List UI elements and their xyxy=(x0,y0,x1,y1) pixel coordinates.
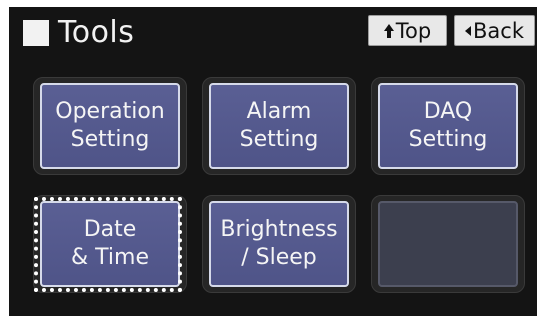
top-button[interactable]: Top xyxy=(368,15,447,46)
tile-frame-daq-setting: DAQ Setting xyxy=(371,77,525,175)
back-button-label: Back xyxy=(473,18,524,43)
tools-screen: Tools Top Back Operation Setting Alarm S… xyxy=(9,7,537,316)
tile-frame-empty xyxy=(371,195,525,293)
tile-label-line2: Setting xyxy=(239,127,319,152)
date-time-button[interactable]: Date & Time xyxy=(40,201,180,287)
left-triangle-icon xyxy=(465,26,471,36)
tile-frame-brightness-sleep: Brightness / Sleep xyxy=(202,195,356,293)
brightness-sleep-button[interactable]: Brightness / Sleep xyxy=(209,201,349,287)
up-arrow-icon xyxy=(383,24,394,38)
tile-label-line2: Setting xyxy=(408,127,488,152)
tile-label-line1: Alarm xyxy=(246,99,312,124)
operation-setting-button[interactable]: Operation Setting xyxy=(40,83,180,169)
daq-setting-button[interactable]: DAQ Setting xyxy=(378,83,518,169)
page-title: Tools xyxy=(58,15,135,50)
tile-frame-date-time: Date & Time xyxy=(33,195,187,293)
tile-label-line2: / Sleep xyxy=(241,245,317,270)
tile-label-line1: Date xyxy=(83,217,137,242)
tile-label-line1: Brightness xyxy=(220,217,338,242)
empty-tile-button xyxy=(378,201,518,287)
tile-label-line1: DAQ xyxy=(423,99,473,124)
alarm-setting-button[interactable]: Alarm Setting xyxy=(209,83,349,169)
square-icon xyxy=(23,20,49,46)
tile-label-line2: Setting xyxy=(70,127,150,152)
back-button[interactable]: Back xyxy=(454,15,535,46)
tile-frame-operation-setting: Operation Setting xyxy=(33,77,187,175)
tile-label-line1: Operation xyxy=(55,99,165,124)
tile-frame-alarm-setting: Alarm Setting xyxy=(202,77,356,175)
tile-label-line2: & Time xyxy=(71,245,149,270)
top-button-label: Top xyxy=(395,18,432,43)
